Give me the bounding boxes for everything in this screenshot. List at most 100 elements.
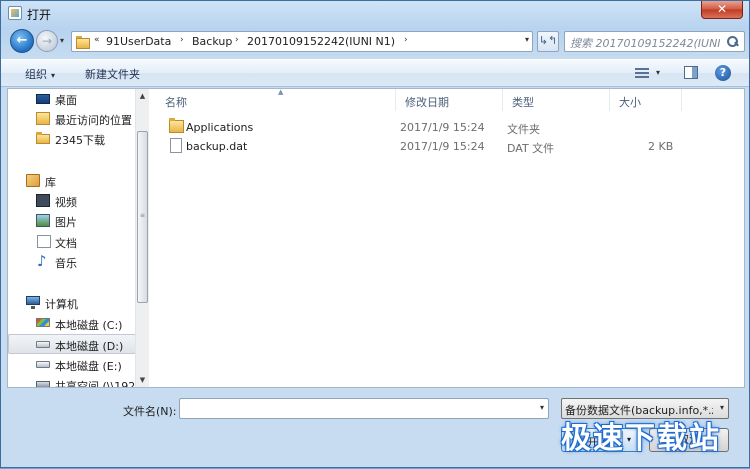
column-header-size[interactable]: 大小 xyxy=(610,89,682,111)
music-icon xyxy=(36,252,50,270)
breadcrumb-item-current[interactable]: 20170109152242(IUNI N1) xyxy=(247,35,395,48)
network-drive-icon xyxy=(36,381,50,387)
command-toolbar: 组织 ▾ 新建文件夹 ▾ ? xyxy=(1,59,749,87)
close-button[interactable]: ✕ xyxy=(701,1,743,19)
title-bar: 打开 ✕ xyxy=(1,1,749,25)
sidebar-item-label: 音乐 xyxy=(55,257,77,270)
column-header-modified[interactable]: 修改日期 xyxy=(396,89,503,111)
scroll-grip: ≡ xyxy=(140,212,146,219)
column-header-label: 名称 xyxy=(165,96,187,109)
file-name: backup.dat xyxy=(186,140,248,153)
file-list: 名称 ▲ 修改日期 类型 大小 Applications 2017/1/9 15… xyxy=(156,88,744,387)
file-modified: 2017/1/9 15:24 xyxy=(400,121,485,134)
preview-pane-icon[interactable] xyxy=(684,66,698,79)
sidebar-item-label: 最近访问的位置 xyxy=(55,114,132,127)
documents-icon xyxy=(37,235,51,248)
address-dropdown-button[interactable]: ▾ xyxy=(525,35,529,44)
navigation-bar: ← → ▾ « 91UserData › Backup › 2017010915… xyxy=(1,25,749,57)
site-watermark: 极速下载站 xyxy=(561,421,721,456)
breadcrumb-separator[interactable]: › xyxy=(404,35,408,45)
scroll-down-button[interactable]: ▼ xyxy=(136,373,149,387)
sidebar-item-label: 图片 xyxy=(55,216,77,229)
forward-button[interactable]: → xyxy=(36,30,58,52)
search-icon[interactable] xyxy=(727,36,738,47)
chevron-down-icon: ▾ xyxy=(719,403,724,412)
sidebar-item-recent[interactable]: 最近访问的位置 xyxy=(8,109,136,129)
navigation-pane: 桌面 最近访问的位置 2345下载 库 视频 图片 文档 ♪ 音乐 计算机 本地… xyxy=(8,89,149,387)
sidebar-item-label: 2345下载 xyxy=(55,134,105,147)
refresh-button[interactable]: ↳↰ xyxy=(537,31,559,52)
sidebar-item-drive-d[interactable]: 本地磁盘 (D:) xyxy=(8,334,136,354)
breadcrumb-item-backup[interactable]: Backup xyxy=(192,35,232,48)
sidebar-item-label: 本地磁盘 (C:) xyxy=(55,319,123,332)
sidebar-item-videos[interactable]: 视频 xyxy=(8,191,136,211)
file-type: DAT 文件 xyxy=(507,142,555,155)
sidebar-scrollbar[interactable]: ▲ ≡ ▼ xyxy=(135,89,149,387)
breadcrumb-separator[interactable]: › xyxy=(180,35,184,45)
sidebar-item-computer[interactable]: 计算机 xyxy=(8,293,136,313)
sidebar-item-label: 桌面 xyxy=(55,94,77,107)
app-icon xyxy=(8,6,22,20)
file-modified: 2017/1/9 15:24 xyxy=(400,140,485,153)
sidebar-item-label: 计算机 xyxy=(45,298,78,311)
scroll-up-button[interactable]: ▲ xyxy=(136,89,149,103)
filename-label: 文件名(N): xyxy=(123,405,177,418)
scroll-thumb[interactable]: ≡ xyxy=(137,131,148,303)
search-input[interactable]: 搜索 20170109152242(IUNI... xyxy=(564,31,745,52)
sort-arrow-icon: ▲ xyxy=(278,88,284,96)
search-placeholder: 搜索 20170109152242(IUNI... xyxy=(570,37,720,50)
drive-icon xyxy=(36,341,50,348)
filename-input[interactable]: ▾ xyxy=(179,398,549,419)
breadcrumb-overflow[interactable]: « xyxy=(94,35,100,45)
folder-icon xyxy=(169,118,184,133)
sidebar-item-network-share[interactable]: 共享空间 (\\192 xyxy=(8,375,136,387)
open-file-dialog: 打开 ✕ ← → ▾ « 91UserData › Backup › 20170… xyxy=(0,0,750,468)
video-icon xyxy=(36,194,50,207)
sidebar-item-label: 共享空间 (\\192 xyxy=(55,380,136,387)
table-row[interactable]: Applications 2017/1/9 15:24 文件夹 xyxy=(156,118,696,137)
column-header-name[interactable]: 名称 ▲ xyxy=(156,88,396,111)
new-folder-button[interactable]: 新建文件夹 xyxy=(85,66,140,82)
file-type: 文件夹 xyxy=(507,123,540,136)
window-title: 打开 xyxy=(27,8,52,22)
view-dropdown-button[interactable]: ▾ xyxy=(656,68,660,77)
sidebar-item-label: 本地磁盘 (E:) xyxy=(55,360,122,373)
sidebar-item-label: 库 xyxy=(45,176,56,189)
file-size: 2 KB xyxy=(648,140,674,153)
sidebar-item-libraries[interactable]: 库 xyxy=(8,171,136,191)
drive-icon xyxy=(36,361,50,368)
breadcrumb-item-91userdata[interactable]: 91UserData xyxy=(106,35,171,48)
drive-c-icon xyxy=(36,318,50,327)
pictures-icon xyxy=(36,214,50,227)
sidebar-item-documents[interactable]: 文档 xyxy=(8,232,136,252)
breadcrumb-separator[interactable]: › xyxy=(235,35,239,45)
sidebar-item-2345-downloads[interactable]: 2345下载 xyxy=(8,129,136,149)
computer-icon xyxy=(26,296,40,309)
filename-dropdown-button[interactable]: ▾ xyxy=(540,403,544,412)
desktop-icon xyxy=(36,94,50,104)
column-header-type[interactable]: 类型 xyxy=(503,89,610,111)
sidebar-item-desktop[interactable]: 桌面 xyxy=(8,89,136,109)
sidebar-item-label: 文档 xyxy=(55,237,77,250)
folder-icon xyxy=(76,35,90,49)
recent-pages-dropdown[interactable]: ▾ xyxy=(60,36,68,45)
view-options-icon[interactable] xyxy=(635,67,649,79)
table-row[interactable]: backup.dat 2017/1/9 15:24 DAT 文件 2 KB xyxy=(156,137,696,156)
help-icon[interactable]: ? xyxy=(715,65,731,81)
recent-places-icon xyxy=(36,112,50,125)
library-icon xyxy=(26,174,40,187)
chevron-down-icon: ▾ xyxy=(51,71,56,80)
sidebar-item-label: 本地磁盘 (D:) xyxy=(55,340,124,353)
sidebar-item-drive-c[interactable]: 本地磁盘 (C:) xyxy=(8,314,136,334)
address-bar[interactable]: « 91UserData › Backup › 20170109152242(I… xyxy=(71,31,533,52)
organize-label: 组织 xyxy=(25,68,47,81)
file-name: Applications xyxy=(186,121,254,134)
organize-button[interactable]: 组织 ▾ xyxy=(25,66,55,82)
sidebar-item-drive-e[interactable]: 本地磁盘 (E:) xyxy=(8,355,136,375)
sidebar-item-pictures[interactable]: 图片 xyxy=(8,211,136,231)
browser-area: 桌面 最近访问的位置 2345下载 库 视频 图片 文档 ♪ 音乐 计算机 本地… xyxy=(7,88,745,388)
sidebar-item-label: 视频 xyxy=(55,196,77,209)
back-button[interactable]: ← xyxy=(10,29,34,53)
sidebar-item-music[interactable]: 音乐 xyxy=(8,252,136,272)
file-icon xyxy=(170,138,182,153)
